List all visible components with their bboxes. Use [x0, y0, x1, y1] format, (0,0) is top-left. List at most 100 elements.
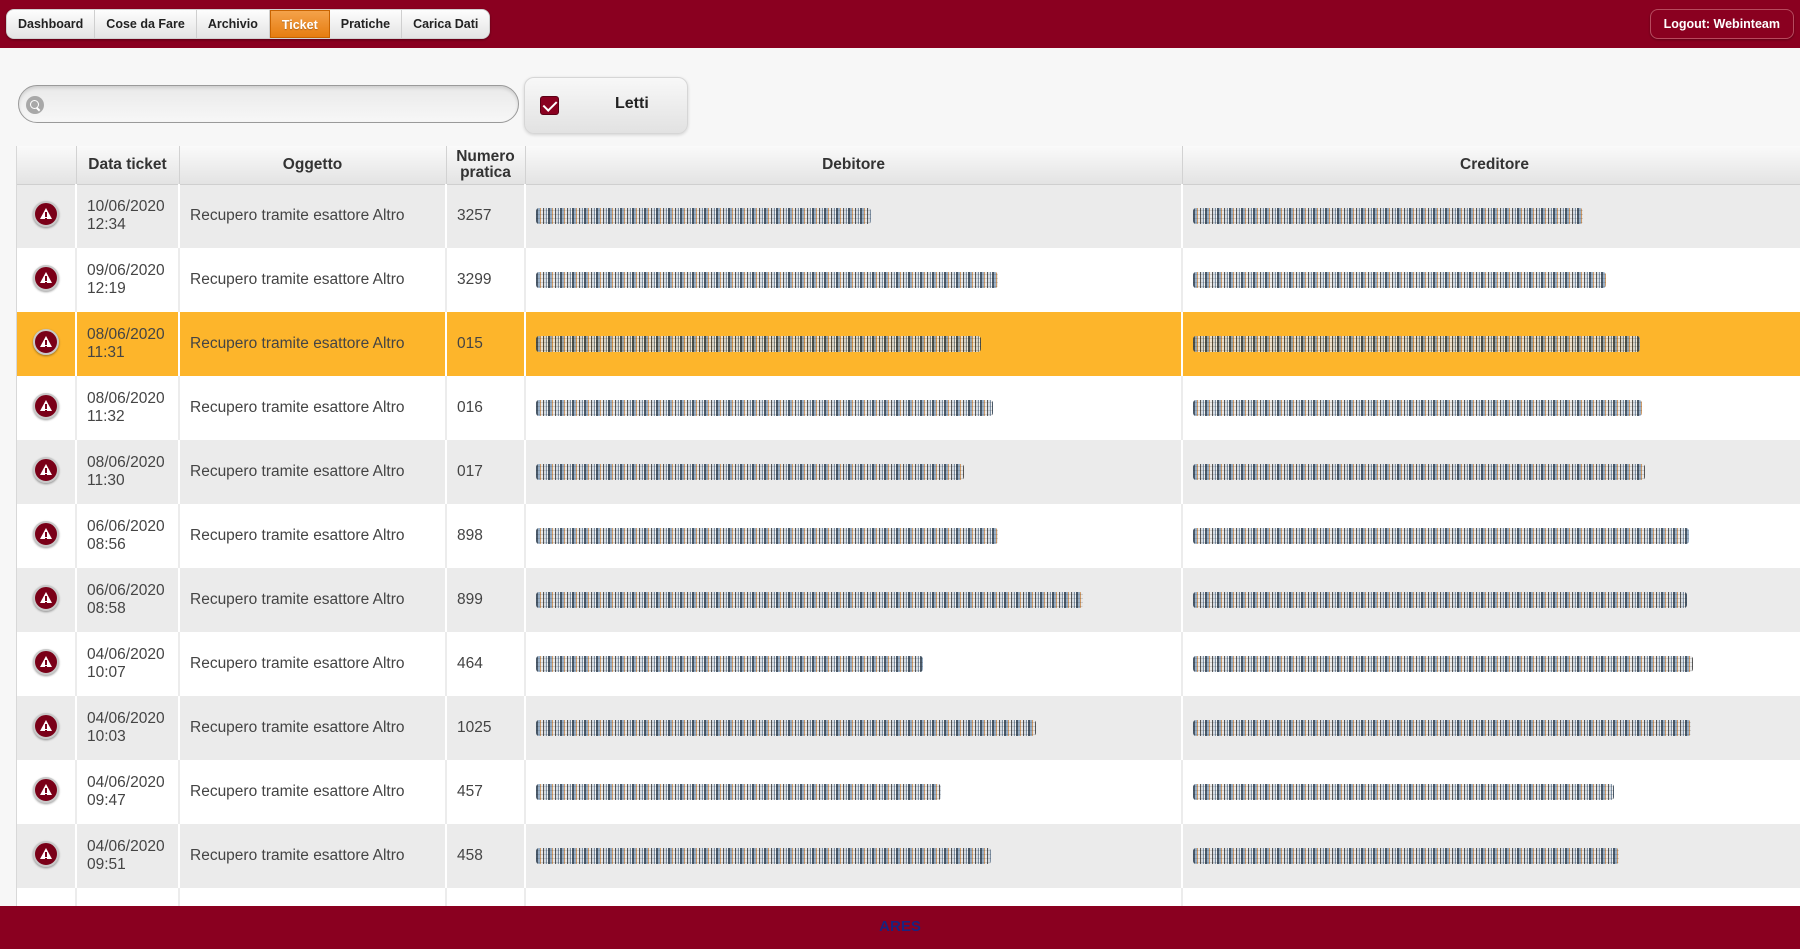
table-row[interactable] — [17, 888, 1800, 906]
cell-creditore — [1182, 504, 1800, 568]
redacted-text — [536, 784, 941, 800]
redacted-text — [536, 400, 993, 416]
search-input[interactable] — [49, 90, 509, 118]
cell-debitore — [525, 632, 1183, 696]
table-row[interactable]: 04/06/2020 09:47 Recupero tramite esattore… — [17, 760, 1800, 824]
cell-numero-pratica: 017 — [446, 440, 526, 504]
warning-icon[interactable] — [33, 392, 59, 419]
footer: ARES — [0, 906, 1800, 949]
ticket-table: Data ticket Oggetto Numero pratica Debit… — [17, 146, 1800, 906]
redacted-text — [1193, 336, 1640, 352]
col-header-icon[interactable] — [17, 146, 77, 185]
warning-icon[interactable] — [33, 456, 59, 483]
ticket-date: 04/06/2020 — [87, 838, 165, 855]
checkbox-checked-icon[interactable] — [540, 96, 559, 115]
cell-creditore — [1182, 568, 1800, 632]
table-row[interactable]: 08/06/2020 11:32 Recupero tramite esattore… — [17, 376, 1800, 440]
col-header-numero-pratica[interactable]: Numero pratica — [446, 146, 526, 185]
cell-debitore — [525, 184, 1183, 248]
warning-icon[interactable] — [33, 840, 59, 867]
nav-tab-pratiche[interactable]: Pratiche — [329, 10, 403, 38]
ticket-date: 08/06/2020 — [87, 454, 165, 471]
row-icon-cell[interactable] — [17, 632, 77, 696]
cell-debitore — [525, 568, 1183, 632]
redacted-text — [536, 336, 981, 352]
table-row[interactable]: 06/06/2020 08:56 Recupero tramite esattore… — [17, 504, 1800, 568]
logout-button[interactable]: Logout: Webinteam — [1649, 9, 1794, 39]
row-icon-cell[interactable] — [17, 376, 77, 440]
cell-data-ticket: 06/06/2020 08:58 — [76, 568, 180, 632]
nav-tab-archivio[interactable]: Archivio — [196, 10, 270, 38]
row-icon-cell[interactable] — [17, 248, 77, 312]
cell-creditore — [1182, 440, 1800, 504]
warning-icon[interactable] — [33, 520, 59, 547]
search-box[interactable] — [18, 85, 519, 123]
warning-icon[interactable] — [33, 648, 59, 675]
ticket-time: 12:19 — [87, 280, 126, 297]
row-icon-cell[interactable] — [17, 568, 77, 632]
cell-numero-pratica: 899 — [446, 568, 526, 632]
search-icon — [26, 96, 44, 114]
ticket-time: 08:56 — [87, 536, 126, 553]
redacted-text — [536, 272, 998, 288]
letti-toggle[interactable]: Letti — [524, 77, 688, 134]
cell-oggetto: Recupero tramite esattore Altro — [179, 760, 447, 824]
col-header-creditore[interactable]: Creditore — [1182, 146, 1800, 185]
table-header-row: Data ticket Oggetto Numero pratica Debit… — [17, 146, 1800, 185]
row-icon-cell[interactable] — [17, 888, 77, 906]
redacted-text — [536, 848, 991, 864]
redacted-text — [536, 464, 964, 480]
ticket-date: 08/06/2020 — [87, 390, 165, 407]
nav-tab-dashboard[interactable]: Dashboard — [7, 10, 96, 38]
row-icon-cell[interactable] — [17, 312, 77, 376]
cell-oggetto: Recupero tramite esattore Altro — [179, 824, 447, 888]
row-icon-cell[interactable] — [17, 760, 77, 824]
cell-creditore — [1182, 312, 1800, 376]
redacted-text — [1193, 208, 1583, 225]
col-header-data-ticket[interactable]: Data ticket — [76, 146, 180, 185]
table-row[interactable]: 08/06/2020 11:30 Recupero tramite esattore… — [17, 440, 1800, 504]
table-row[interactable]: 09/06/2020 12:19 Recupero tramite esattore… — [17, 248, 1800, 312]
warning-icon[interactable] — [33, 264, 59, 291]
footer-brand: ARES — [879, 918, 921, 935]
row-icon-cell[interactable] — [17, 440, 77, 504]
ticket-table-container[interactable]: Data ticket Oggetto Numero pratica Debit… — [16, 146, 1800, 906]
cell-numero-pratica: 1025 — [446, 696, 526, 760]
warning-icon[interactable] — [33, 328, 59, 355]
warning-icon[interactable] — [33, 200, 59, 227]
row-icon-cell[interactable] — [17, 504, 77, 568]
table-row[interactable]: 04/06/2020 10:07 Recupero tramite esattore… — [17, 632, 1800, 696]
row-icon-cell[interactable] — [17, 696, 77, 760]
nav-tab-ticket[interactable]: Ticket — [269, 10, 330, 38]
table-row[interactable]: 10/06/2020 12:34 Recupero tramite esattore… — [17, 184, 1800, 248]
warning-icon[interactable] — [33, 584, 59, 611]
row-icon-cell[interactable] — [17, 184, 77, 248]
col-header-debitore[interactable]: Debitore — [525, 146, 1183, 185]
letti-label: Letti — [615, 95, 649, 112]
nav-tab-cose-da-fare[interactable]: Cose da Fare — [95, 10, 197, 38]
cell-oggetto: Recupero tramite esattore Altro — [179, 312, 447, 376]
cell-numero-pratica: 898 — [446, 504, 526, 568]
cell-debitore — [525, 696, 1183, 760]
table-row[interactable]: 06/06/2020 08:58 Recupero tramite esattore… — [17, 568, 1800, 632]
table-row[interactable]: 04/06/2020 09:51 Recupero tramite esattore… — [17, 824, 1800, 888]
cell-oggetto: Recupero tramite esattore Altro — [179, 440, 447, 504]
redacted-text — [1193, 656, 1693, 672]
row-icon-cell[interactable] — [17, 824, 77, 888]
ticket-time: 08:58 — [87, 600, 126, 617]
top-bar: Dashboard Cose da Fare Archivio Ticket Prati… — [0, 0, 1800, 48]
cell-oggetto — [179, 888, 447, 906]
warning-icon[interactable] — [33, 776, 59, 803]
table-row[interactable]: 08/06/2020 11:31 Recupero tramite esattore… — [17, 312, 1800, 376]
cell-data-ticket: 08/06/2020 11:30 — [76, 440, 180, 504]
nav-tab-carica-dati[interactable]: Carica Dati — [402, 10, 490, 38]
table-row[interactable]: 04/06/2020 10:03 Recupero tramite esattore… — [17, 696, 1800, 760]
warning-icon[interactable] — [33, 712, 59, 739]
redacted-text — [1193, 272, 1606, 288]
col-header-oggetto[interactable]: Oggetto — [179, 146, 447, 185]
ticket-date: 10/06/2020 — [87, 198, 165, 216]
redacted-text — [1193, 528, 1689, 544]
cell-debitore — [525, 376, 1183, 440]
ticket-time: 11:31 — [87, 344, 125, 361]
cell-numero-pratica: 3257 — [446, 184, 526, 248]
